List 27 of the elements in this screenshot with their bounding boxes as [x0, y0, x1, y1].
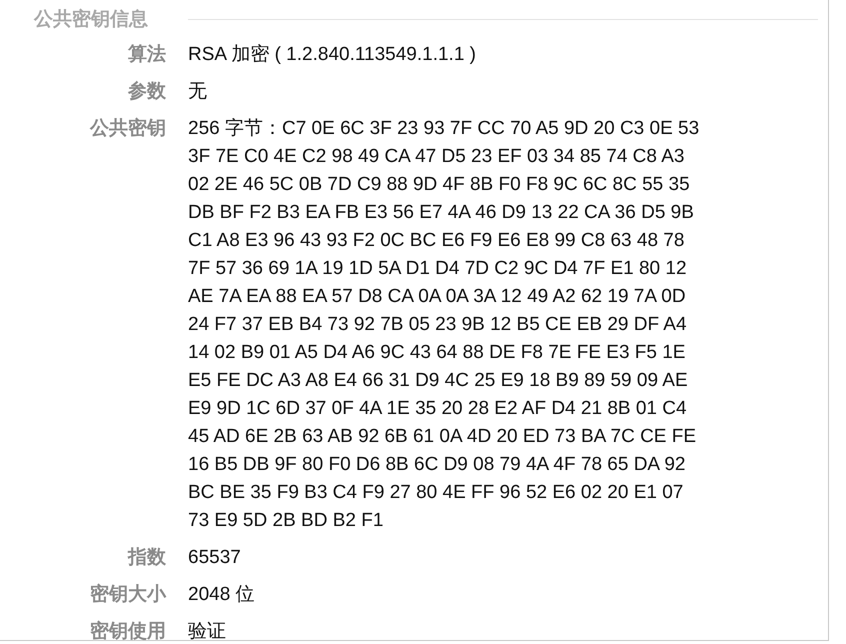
field-label: 公共密钥	[88, 116, 166, 141]
field-value: 256 字节：C7 0E 6C 3F 23 93 7F CC 70 A5 9D 20 C3 0E 53	[188, 117, 700, 141]
field-value: AE 7A EA 88 EA 57 D8 CA 0A 0A 3A 12 49 A2 62 19 7A 0D	[188, 285, 686, 309]
field-value: 验证	[188, 620, 226, 640]
field-label: 算法	[126, 43, 166, 67]
field-value: 73 E9 5D 2B BD B2 F1	[188, 509, 384, 533]
field-value: 无	[188, 80, 207, 104]
field-value: 14 02 B9 01 A5 D4 A6 9C 43 64 88 DE F8 7E FE E3 F5 1E	[188, 341, 686, 365]
field-label: 指数	[126, 546, 166, 570]
field-label: 密钥使用	[89, 620, 166, 640]
field-value: 02 2E 46 5C 0B 7D C9 88 9D 4F 8B F0 F8 9C 6C 8C 55 35	[188, 173, 690, 197]
field-value: 7F 57 36 69 1A 19 1D 5A D1 D4 7D C2 9C D4 7F E1 80 12	[188, 257, 687, 281]
field-value: 2048 位	[188, 583, 255, 607]
field-value: BC BE 35 F9 B3 C4 F9 27 80 4E FF 96 52 E6 02 20 E1 07	[188, 481, 684, 505]
field-value: 24 F7 37 EB B4 73 92 7B 05 23 9B 12 B5 CE EB 29 DF A4	[188, 313, 687, 337]
field-value: 3F 7E C0 4E C2 98 49 CA 47 D5 23 EF 03 34 85 74 C8 A3	[188, 145, 684, 169]
field-value: E9 9D 1C 6D 37 0F 4A 1E 35 20 28 E2 AF D4 21 8B 01 C4	[188, 397, 687, 421]
field-label: 密钥大小	[89, 582, 166, 607]
section-title: 公共密钥信息	[32, 8, 149, 32]
field-value: C1 A8 E3 96 43 93 F2 0C BC E6 F9 E6 E8 99 C8 63 48 78	[188, 229, 684, 253]
field-label: 参数	[127, 80, 166, 104]
field-value: E5 FE DC A3 A8 E4 66 31 D9 4C 25 E9 18 B9 89 59 09 AE	[188, 369, 688, 393]
field-value: 45 AD 6E 2B 63 AB 92 6B 61 0A 4D 20 ED 73 BA 7C CE FE	[188, 425, 696, 449]
field-value: 65537	[188, 546, 241, 570]
field-value: 16 B5 DB 9F 80 F0 D6 8B 6C D9 08 79 4A 4F 78 65 DA 92	[188, 453, 686, 477]
field-value: RSA 加密 ( 1.2.840.113549.1.1.1 )	[188, 43, 476, 67]
field-value: DB BF F2 B3 EA FB E3 56 E7 4A 46 D9 13 22 CA 36 D5 9B	[188, 201, 694, 225]
